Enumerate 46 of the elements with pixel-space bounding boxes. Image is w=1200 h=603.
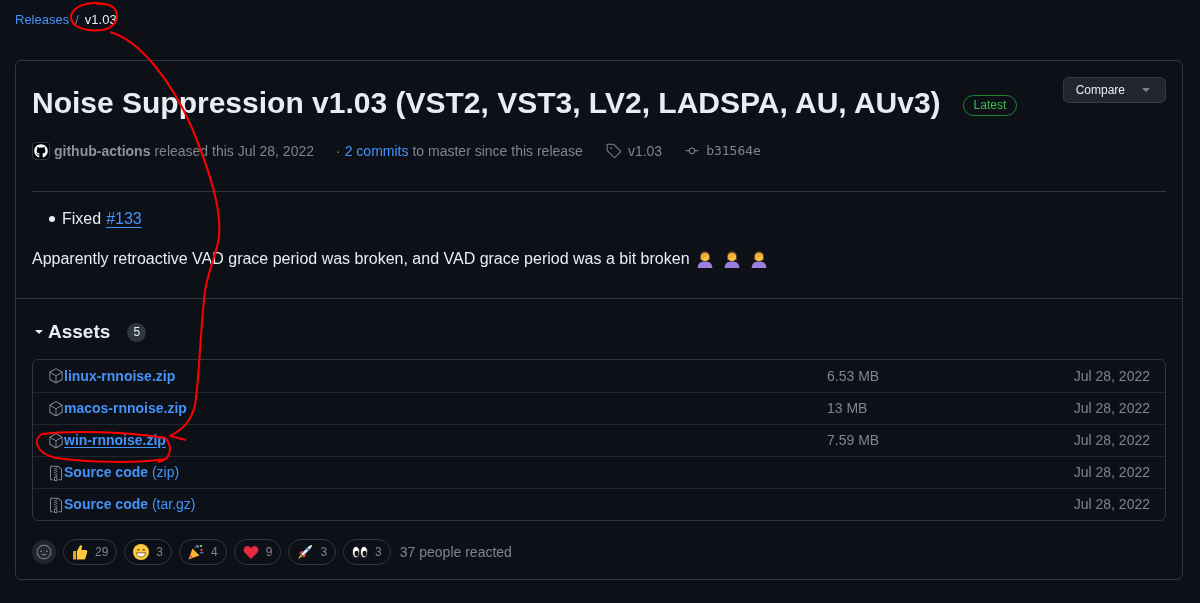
zip-file-icon: [48, 464, 64, 481]
rocket-icon: [297, 544, 314, 560]
reactions-summary: 37 people reacted: [399, 542, 512, 562]
grinning-face-icon: [133, 544, 150, 560]
separator-dot: ·: [336, 142, 341, 161]
file-size: 7.59 MB: [827, 432, 880, 448]
eyes-icon: [352, 544, 369, 560]
asset-date: Jul 28, 2022: [1073, 431, 1150, 450]
package-icon: [48, 400, 64, 417]
bullet-icon: [49, 216, 55, 222]
party-popper-icon: [188, 544, 205, 560]
asset-link[interactable]: macos-rnnoise.zip: [64, 398, 187, 419]
facepalm-emoji-icon: [695, 250, 714, 268]
asset-link[interactable]: linux-rnnoise.zip: [64, 365, 176, 387]
facepalm-emoji-icon: [722, 250, 741, 268]
heart-icon: [242, 544, 259, 560]
breadcrumb-separator: /: [75, 11, 79, 29]
package-icon: [48, 368, 64, 384]
smiley-icon: [36, 544, 52, 560]
thumbs-up-icon: [72, 544, 88, 560]
asset-link[interactable]: Source code (tar.gz): [64, 494, 196, 515]
commit-link[interactable]: b31564e: [706, 141, 761, 161]
add-reaction-button[interactable]: [32, 540, 56, 564]
commits-link[interactable]: 2 commits: [344, 141, 409, 161]
avatar-icon: [32, 142, 50, 160]
zip-file-icon: [48, 496, 64, 513]
tag-icon: [605, 143, 622, 159]
file-size: 6.53 MB: [827, 367, 880, 384]
author-link[interactable]: github-actions: [54, 141, 151, 161]
facepalm-emoji-icon: [749, 250, 768, 268]
asset-date: Jul 28, 2022: [1073, 366, 1150, 386]
file-size: 13 MB: [827, 400, 868, 416]
compare-button[interactable]: Compare: [1062, 77, 1166, 103]
assets-heading: Assets: [48, 319, 111, 344]
commits-text: to master since this release: [412, 142, 583, 161]
tag-link[interactable]: v1.03: [627, 141, 663, 161]
releases-link[interactable]: Releases: [15, 10, 70, 30]
asset-date: Jul 28, 2022: [1073, 495, 1150, 514]
package-icon: [48, 432, 64, 449]
asset-date: Jul 28, 2022: [1073, 463, 1150, 482]
asset-link[interactable]: win-rnnoise.zip: [64, 430, 166, 451]
count-badge: 5: [127, 322, 147, 342]
list-item-text: Fixed: [62, 209, 102, 229]
asset-link[interactable]: Source code (zip): [64, 462, 180, 483]
issue-link[interactable]: #133: [106, 207, 142, 231]
asset-date: Jul 28, 2022: [1073, 399, 1150, 418]
